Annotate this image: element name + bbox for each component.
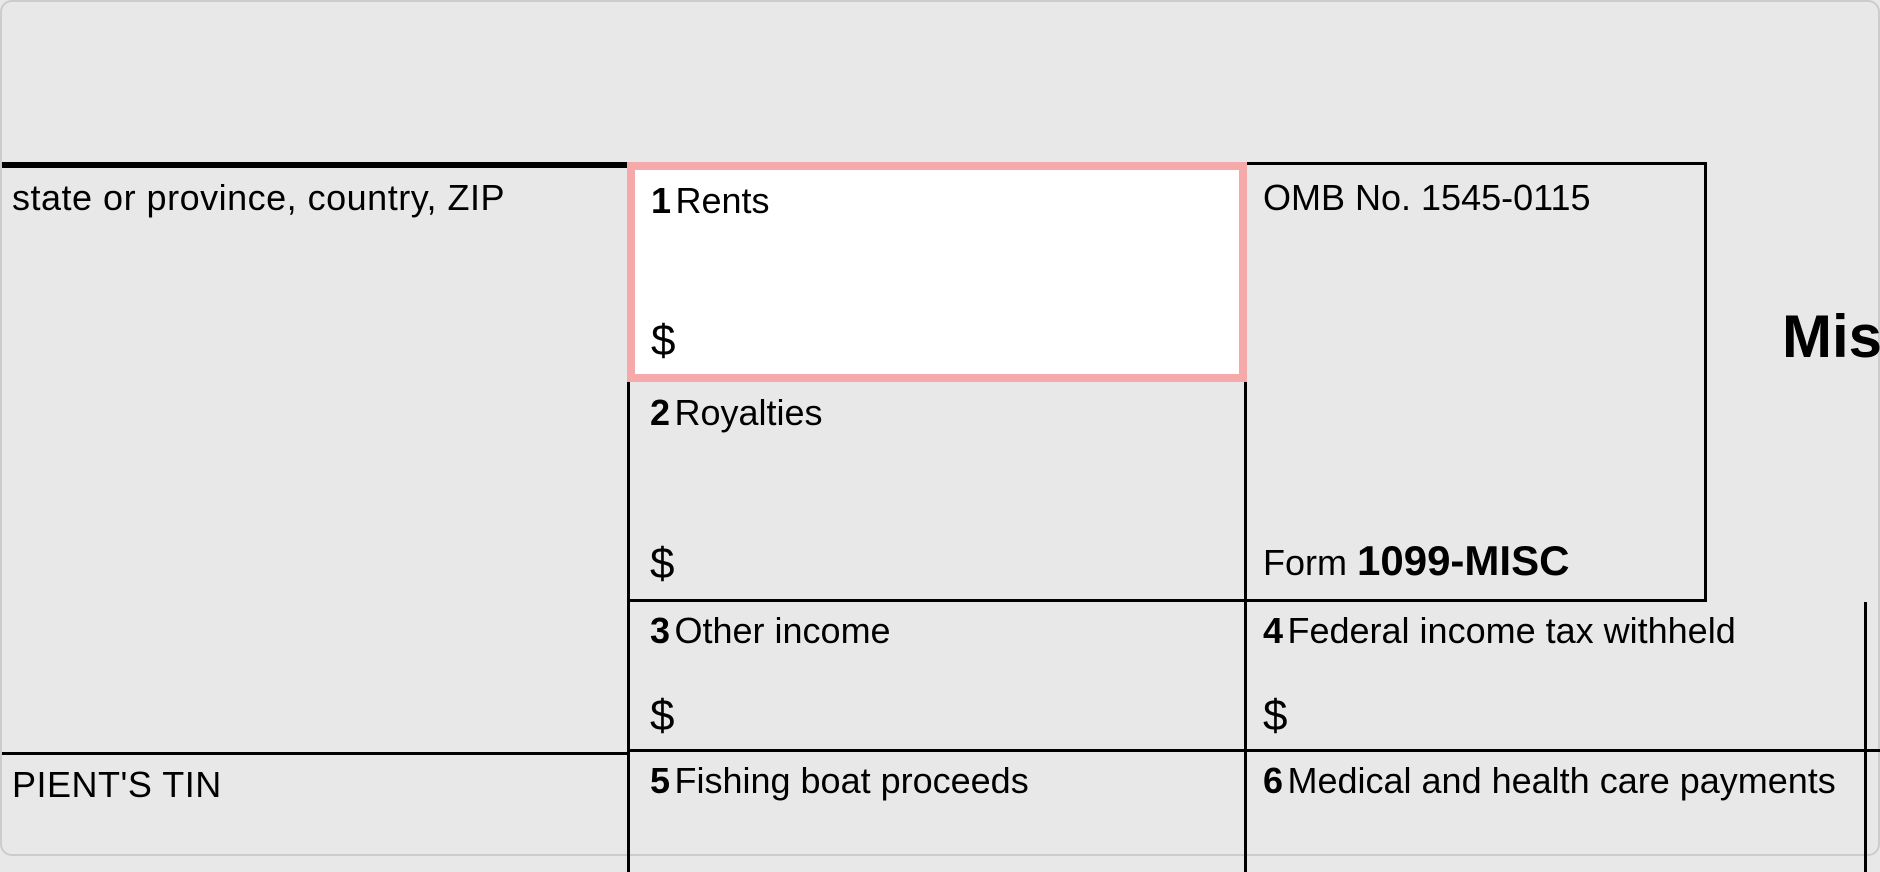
box-5-label: Fishing boat proceeds bbox=[674, 760, 1028, 801]
box-1-number: 1 bbox=[651, 180, 671, 221]
box-2-royalties: 2 Royalties $ bbox=[627, 382, 1247, 602]
right-border-stub bbox=[1867, 602, 1880, 752]
form-identifier: Form 1099-MISC bbox=[1263, 537, 1569, 585]
box-3-label: Other income bbox=[674, 610, 890, 651]
omb-form-box: OMB No. 1545-0115 Form 1099-MISC bbox=[1247, 162, 1707, 602]
box-2-number: 2 bbox=[650, 392, 670, 433]
box-5-fishing-boat: 5 Fishing boat proceeds bbox=[627, 752, 1247, 872]
box-4-currency: $ bbox=[1263, 691, 1287, 741]
box-3-number: 3 bbox=[650, 610, 670, 651]
top-border-line bbox=[2, 162, 629, 168]
form-title-fragment: Mis bbox=[1782, 302, 1880, 371]
box-1-label: Rents bbox=[675, 180, 769, 221]
payer-address-fragment: state or province, country, ZIP bbox=[12, 177, 505, 219]
box-4-number: 4 bbox=[1263, 610, 1283, 651]
omb-number: OMB No. 1545-0115 bbox=[1263, 177, 1688, 219]
box-2-currency: $ bbox=[650, 539, 674, 589]
box-5-number: 5 bbox=[650, 760, 670, 801]
box-3-currency: $ bbox=[650, 691, 674, 741]
recipient-tin-fragment: PIENT'S TIN bbox=[12, 764, 222, 806]
form-prefix: Form bbox=[1263, 542, 1357, 583]
box-1-rents-highlighted[interactable]: 1 Rents $ bbox=[627, 162, 1247, 382]
box-1-currency: $ bbox=[651, 316, 675, 366]
form-name: 1099-MISC bbox=[1357, 537, 1569, 584]
box-4-fed-tax-withheld: 4 Federal income tax withheld $ bbox=[1247, 602, 1867, 752]
box-6-number: 6 bbox=[1263, 760, 1283, 801]
box-4-label: Federal income tax withheld bbox=[1287, 610, 1735, 651]
payer-section-bottom-line bbox=[2, 752, 629, 755]
box-2-label: Royalties bbox=[674, 392, 822, 433]
box-6-medical: 6 Medical and health care payments bbox=[1247, 752, 1867, 872]
form-viewport: state or province, country, ZIP 1 Rents … bbox=[0, 0, 1880, 856]
box-6-label: Medical and health care payments bbox=[1287, 760, 1835, 801]
box-3-other-income: 3 Other income $ bbox=[627, 602, 1247, 752]
